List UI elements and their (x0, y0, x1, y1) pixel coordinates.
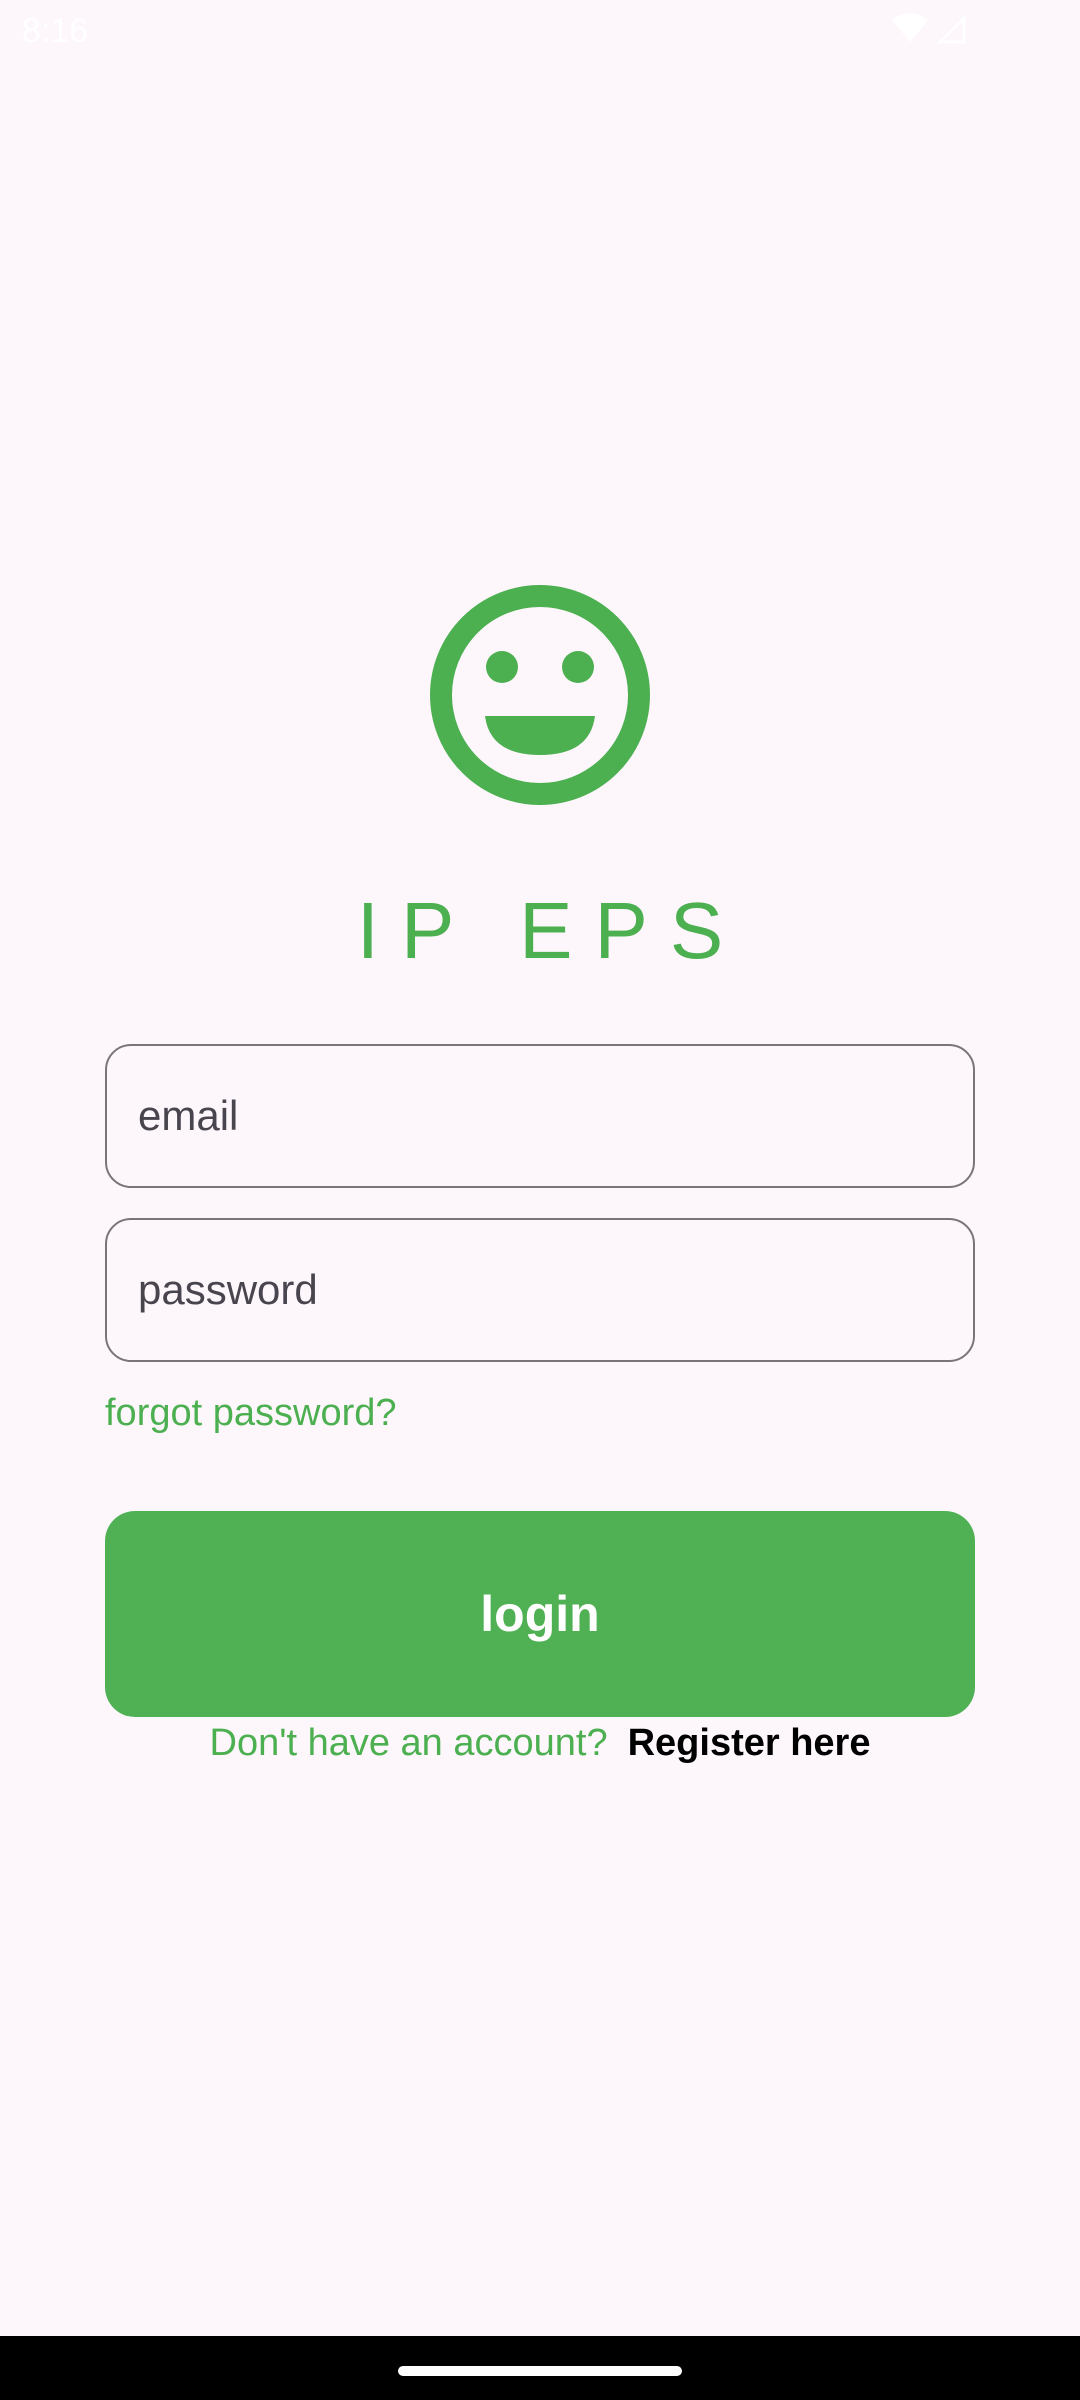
email-field[interactable] (105, 1044, 975, 1188)
app-title: IP EPS (356, 886, 746, 975)
login-button-label: login (480, 1586, 600, 1642)
login-button[interactable]: login (105, 1511, 975, 1717)
password-field[interactable] (105, 1218, 975, 1362)
password-input[interactable] (107, 1220, 973, 1360)
home-indicator[interactable] (398, 2366, 682, 2376)
register-link[interactable]: Register here (628, 1722, 871, 1764)
status-icons (892, 13, 966, 44)
email-input[interactable] (107, 1046, 973, 1186)
register-prompt: Don't have an account? (209, 1722, 608, 1764)
forgot-password-link[interactable]: forgot password? (105, 1392, 397, 1435)
register-row: Don't have an account? Register here (0, 1722, 1080, 1765)
status-bar: 8:16 (0, 0, 1080, 64)
wifi-icon (892, 13, 928, 42)
status-time: 8:16 (22, 12, 89, 50)
signal-icon (936, 14, 966, 44)
navigation-bar (0, 2336, 1080, 2400)
smiley-face-icon (430, 585, 650, 805)
